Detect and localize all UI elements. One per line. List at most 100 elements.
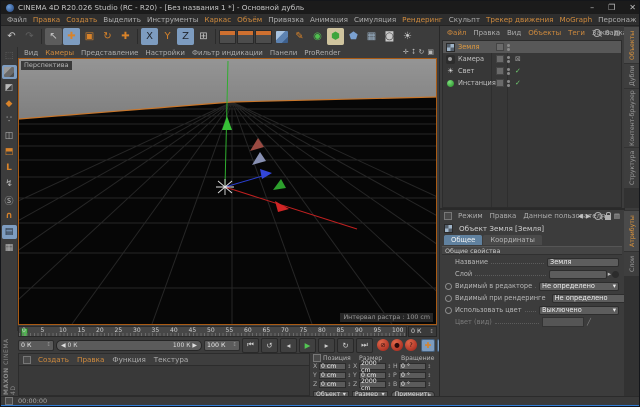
size-x-field[interactable]: 2000 cm — [359, 363, 386, 370]
visibility-dots[interactable] — [507, 56, 510, 63]
visibility-dots[interactable] — [507, 80, 510, 87]
goto-end-button[interactable]: ⏭ — [356, 338, 373, 353]
menu-edit[interactable]: Правка — [30, 15, 63, 24]
coordinate-system-button[interactable]: ⊞ — [195, 28, 212, 45]
menu-motion-tracker[interactable]: Трекер движения — [483, 15, 556, 24]
menu-file[interactable]: Файл — [4, 15, 30, 24]
visible-editor-select[interactable]: Не определено▾ — [539, 282, 619, 291]
om-filter-icon[interactable]: ⚙ — [604, 29, 610, 37]
am-options-icon[interactable]: ▤ — [614, 212, 620, 220]
am-menu-mode[interactable]: Режим — [455, 212, 486, 220]
add-primitive-button[interactable] — [273, 28, 290, 45]
check-tag-icon[interactable]: ✓ — [515, 79, 521, 87]
lock-icon[interactable] — [605, 215, 611, 220]
am-search-icon[interactable] — [594, 212, 602, 220]
use-color-select[interactable]: Выключено▾ — [539, 306, 619, 315]
color-swatch[interactable] — [542, 317, 584, 327]
end-frame-field[interactable]: 100 К↕ — [204, 340, 240, 351]
layer-menu-icon[interactable]: ▸ — [608, 270, 611, 278]
vp-menu-options[interactable]: Настройки — [142, 49, 188, 57]
om-menu-view[interactable]: Вид — [504, 29, 524, 37]
panel-splitter[interactable] — [440, 208, 625, 210]
om-menu-objects[interactable]: Объекты — [525, 29, 564, 37]
rot-p-field[interactable]: 0 ° — [399, 372, 426, 379]
vp-menu-prorender[interactable]: ProRender — [301, 49, 343, 57]
om-menu-edit[interactable]: Правка — [470, 29, 503, 37]
scale-tool-button[interactable]: ▣ — [81, 28, 98, 45]
loop-button[interactable]: ↻ — [337, 338, 354, 353]
polygons-mode-icon[interactable]: ⬒ — [2, 145, 17, 159]
dolly-icon[interactable]: ⭥ — [412, 48, 416, 57]
make-editable-icon[interactable]: ⬚ — [2, 49, 17, 63]
maximize-view-icon[interactable]: ▣ — [427, 48, 434, 57]
check-tag-icon[interactable]: ✓ — [515, 67, 521, 75]
volume-button[interactable]: ⬟ — [345, 28, 362, 45]
animation-dot-icon[interactable] — [445, 295, 452, 302]
pos-y-field[interactable]: 0 cm — [319, 372, 346, 379]
om-search-icon[interactable] — [593, 29, 601, 37]
model-mode-icon[interactable] — [2, 65, 17, 79]
subdivision-surface-button[interactable]: ◉ — [309, 28, 326, 45]
minimize-button[interactable]: – — [590, 3, 594, 12]
history-back-icon[interactable]: ◀ — [578, 212, 583, 220]
rot-h-field[interactable]: 0 ° — [399, 363, 426, 370]
visible-render-select[interactable]: Не определено▾ — [552, 294, 632, 303]
render-picture-viewer-button[interactable] — [237, 28, 254, 45]
color-edit-icon[interactable]: ╱ — [587, 318, 591, 326]
object-row-instance[interactable]: Инстанция ✓ — [443, 77, 621, 89]
rotate-tool-button[interactable]: ↻ — [99, 28, 116, 45]
frame-range-slider[interactable]: ◀ 0 К 100 К ▶ — [56, 340, 202, 351]
om-list-icon[interactable]: ▤ — [613, 29, 620, 37]
edges-mode-icon[interactable]: ◫ — [2, 129, 17, 143]
locked-workplane-icon[interactable]: ▦ — [2, 241, 17, 255]
maximize-button[interactable]: ❐ — [608, 3, 615, 12]
tab-takes[interactable]: Дубли — [624, 64, 640, 88]
menu-mograph[interactable]: MoGraph — [557, 15, 596, 24]
vp-menu-cameras[interactable]: Камеры — [42, 49, 77, 57]
panel-checkbox-icon[interactable] — [5, 397, 13, 405]
camera-button[interactable]: ◙ — [381, 28, 398, 45]
keyframe-selection-button[interactable]: ? — [405, 339, 417, 351]
tab-content-browser[interactable]: Контент-браузер — [624, 89, 640, 147]
om-menu-file[interactable]: Файл — [444, 29, 469, 37]
environment-button[interactable]: ▦ — [363, 28, 380, 45]
tab-basic[interactable]: Общее — [444, 235, 482, 245]
autokey-button[interactable]: ● — [391, 339, 403, 351]
size-z-field[interactable]: 2000 cm — [359, 381, 386, 388]
visibility-dots[interactable] — [507, 44, 510, 51]
play-button[interactable]: ▶ — [299, 338, 316, 353]
axis-x-lock-button[interactable]: X — [141, 28, 158, 45]
snap-icon[interactable]: ∩ — [2, 209, 17, 223]
vp-menu-panel[interactable]: Панели — [267, 49, 300, 57]
start-frame-field[interactable]: 0 К↕ — [18, 340, 54, 351]
pen-spline-button[interactable]: ✎ — [291, 28, 308, 45]
menu-tools[interactable]: Инструменты — [144, 15, 201, 24]
vp-menu-filter[interactable]: Фильтр индикации — [189, 49, 266, 57]
menu-mesh[interactable]: Каркас — [201, 15, 234, 24]
menu-render[interactable]: Рендеринг — [399, 15, 446, 24]
stepper-icon[interactable]: ↕ — [232, 342, 237, 348]
live-selection-button[interactable]: ↖ — [45, 28, 62, 45]
render-toggle-icon[interactable] — [496, 55, 504, 63]
visibility-dots[interactable] — [507, 68, 510, 75]
redo-button[interactable]: ↷ — [21, 28, 38, 45]
vp-menu-display[interactable]: Представление — [78, 49, 141, 57]
animation-dot-icon[interactable] — [445, 307, 452, 314]
tab-coordinates[interactable]: Координаты — [483, 235, 542, 245]
panel-checkbox-icon[interactable] — [23, 356, 31, 364]
panel-checkbox-icon[interactable] — [313, 354, 321, 362]
am-menu-edit[interactable]: Правка — [487, 212, 520, 220]
axis-z-lock-button[interactable]: Z — [177, 28, 194, 45]
points-mode-icon[interactable]: ∵ — [2, 113, 17, 127]
stepper-icon[interactable]: ↕ — [46, 342, 51, 348]
pan-icon[interactable]: ✛ — [403, 48, 409, 57]
viewport-solo-icon[interactable]: Ⓢ — [2, 193, 17, 207]
timeline-ruler[interactable]: 0510152025303540455055606570758085909510… — [18, 326, 407, 337]
current-frame-field[interactable]: 0 К ↕ — [408, 326, 437, 337]
menu-simulate[interactable]: Симуляция — [351, 15, 399, 24]
mat-menu-texture[interactable]: Текстура — [151, 355, 192, 364]
camera-label[interactable]: Перспектива — [21, 61, 72, 70]
light-button[interactable]: ☀ — [399, 28, 416, 45]
viewport-3d[interactable]: Перспектива Интервал растра : 100 cm — [18, 58, 437, 325]
section-header[interactable]: Общие свойства — [442, 246, 622, 255]
